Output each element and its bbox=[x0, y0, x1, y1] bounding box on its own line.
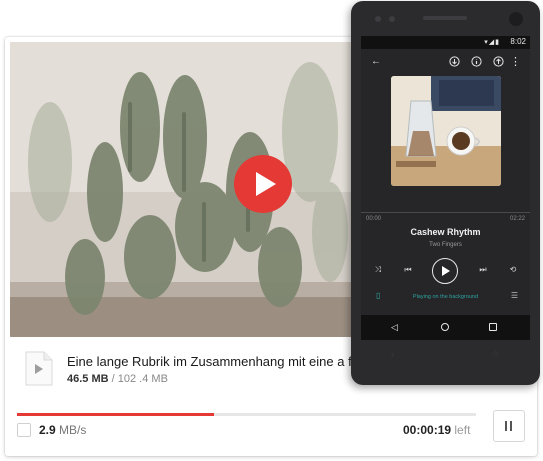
skip-previous-icon[interactable]: ⏮ bbox=[401, 265, 415, 275]
seek-bar[interactable] bbox=[361, 212, 530, 213]
shuffle-icon[interactable]: ⤨ bbox=[371, 265, 385, 275]
android-nav-bar: ◁ bbox=[361, 315, 530, 340]
time-remaining-value: 00:00:19 bbox=[403, 423, 452, 437]
hardware-home-icon: ⌂ bbox=[493, 348, 499, 358]
earpiece-speaker bbox=[423, 16, 467, 20]
play-icon bbox=[442, 266, 450, 276]
size-downloaded: 46.5 MB bbox=[67, 373, 109, 385]
song-title: Cashew Rhythm bbox=[410, 227, 481, 237]
download-progress-bar bbox=[17, 413, 476, 416]
speed-value: 2.9 bbox=[39, 423, 56, 437]
arrow-left-icon[interactable]: ← bbox=[371, 56, 381, 68]
video-play-button[interactable] bbox=[234, 155, 292, 213]
size-total: 102 .4 MB bbox=[117, 373, 168, 385]
total-time: 02:22 bbox=[509, 216, 525, 222]
elapsed-time: 00:00 bbox=[366, 216, 382, 222]
nav-recents-icon[interactable] bbox=[489, 323, 497, 331]
cactus-photo bbox=[10, 42, 355, 337]
status-bar: ▾◢▮ 8:02 bbox=[361, 36, 530, 49]
background-playback-label: Playing on the background bbox=[412, 294, 479, 300]
player-play-button[interactable] bbox=[432, 258, 458, 284]
pause-icon-bar bbox=[510, 421, 512, 431]
download-speed: 2.9 MB/s bbox=[39, 423, 86, 437]
download-icon[interactable] bbox=[449, 56, 460, 71]
repeat-icon[interactable]: ⟲ bbox=[506, 265, 520, 274]
status-time: 8:02 bbox=[510, 37, 526, 46]
download-progress-fill bbox=[17, 413, 215, 416]
size-separator: / bbox=[111, 373, 115, 385]
nav-back-icon[interactable]: ◁ bbox=[391, 322, 398, 333]
sensor-dot bbox=[375, 16, 381, 22]
share-icon[interactable] bbox=[493, 56, 504, 71]
signal-battery-icon: ▾◢▮ bbox=[484, 39, 500, 46]
time-remaining: 00:00:19 left bbox=[403, 423, 470, 437]
file-play-icon bbox=[25, 351, 53, 386]
artist-name: Two Fingers bbox=[429, 242, 462, 248]
sensor-dot bbox=[389, 16, 395, 22]
pause-button[interactable] bbox=[493, 410, 525, 442]
info-icon[interactable] bbox=[471, 56, 482, 71]
nav-home-icon[interactable] bbox=[441, 323, 449, 331]
video-thumbnail[interactable] bbox=[10, 42, 355, 337]
time-remaining-label: left bbox=[454, 423, 471, 437]
speed-unit: MB/s bbox=[59, 423, 87, 437]
album-art bbox=[391, 76, 501, 186]
more-vert-icon[interactable]: ⋮ bbox=[510, 55, 521, 68]
pause-icon bbox=[505, 421, 507, 431]
front-camera bbox=[509, 12, 523, 26]
queue-icon[interactable]: ☰ bbox=[511, 291, 518, 300]
download-title: Eine lange Rubrik im Zusammenhang mit ei… bbox=[67, 354, 363, 369]
skip-next-icon[interactable]: ⏭ bbox=[476, 265, 490, 275]
phone-mockup: ▾◢▮ 8:02 ← ⋮ 00:00 02:22 Cashew Rhythm T… bbox=[351, 1, 540, 385]
phone-screen: ▾◢▮ 8:02 ← ⋮ 00:00 02:22 Cashew Rhythm T… bbox=[361, 36, 530, 340]
hardware-back-icon: ‹ bbox=[391, 349, 394, 359]
download-size: 46.5 MB / 102 .4 MB bbox=[67, 373, 168, 385]
play-icon bbox=[256, 172, 276, 196]
select-checkbox[interactable] bbox=[17, 423, 31, 437]
coffee-photo bbox=[391, 76, 501, 186]
